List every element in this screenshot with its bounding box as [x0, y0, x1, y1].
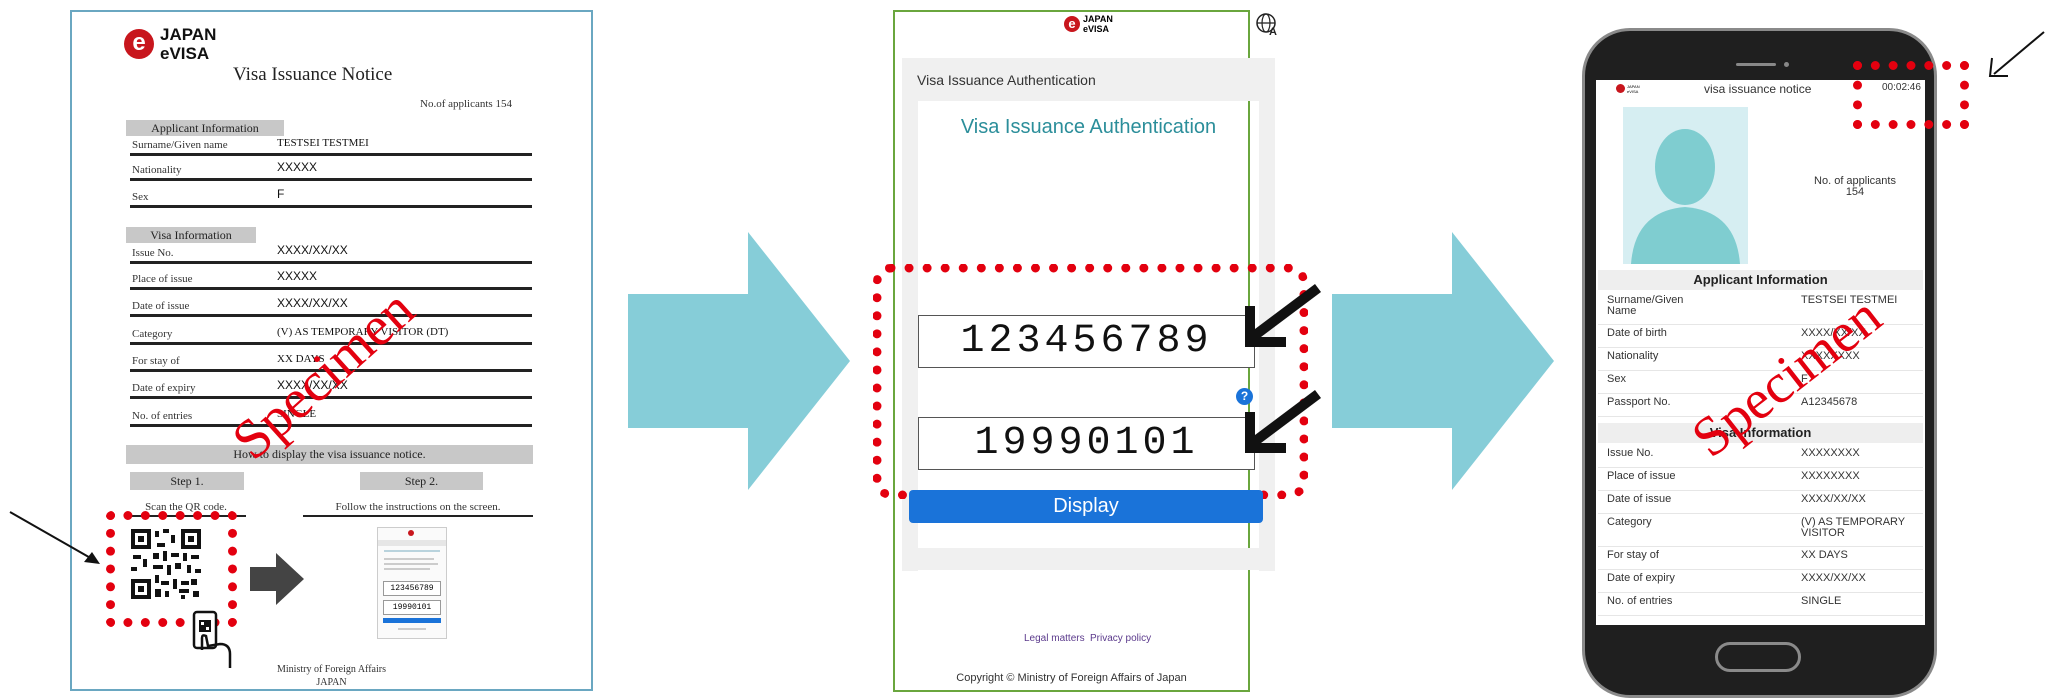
globe-language-icon[interactable]: A: [1255, 12, 1279, 36]
pointer-arrow-qr: [9, 511, 100, 564]
mini-date-field: 19990101: [383, 600, 441, 615]
pointer-arrow-number: [1245, 284, 1321, 347]
notice-row: Place of issue XXXXXXXX: [1598, 467, 1923, 491]
mini-number-field: 123456789: [383, 581, 441, 596]
paper-row-value: F: [277, 187, 285, 201]
evisa-logo-line2: eVISA: [160, 44, 210, 63]
paper-row-value: TESTSEI TESTMEI: [277, 137, 369, 149]
evisa-logo-mark: e: [124, 29, 154, 59]
notice-row: Date of expiry XXXX/XX/XX: [1598, 569, 1923, 593]
notice-row-value: (V) AS TEMPORARY VISITOR: [1801, 516, 1905, 539]
auth-bar-title: Visa Issuance Authentication: [917, 72, 1096, 88]
paper-row-label: Sex: [132, 191, 149, 203]
auth-gray-bottom: [902, 548, 1275, 570]
phone-home-button[interactable]: [1715, 642, 1801, 672]
paper-row-value: XXXXX: [277, 160, 318, 174]
notice-row-value: XX DAYS: [1801, 549, 1848, 561]
notice-row: For stay of XX DAYS: [1598, 546, 1923, 570]
notice-row-label: Date of expiry: [1607, 572, 1675, 584]
notice-logo-mark: [1616, 84, 1625, 93]
notice-row-value: SINGLE: [1801, 595, 1842, 607]
notice-row-value: XXXX/XX/XX: [1801, 572, 1866, 584]
notice-row-label: Nationality: [1607, 350, 1659, 362]
paper-row-value: XXXX/XX/XX: [277, 243, 348, 257]
paper-info-row: Place of issue XXXXX: [130, 260, 532, 290]
pointer-arrow-timer: [1988, 31, 2045, 77]
notice-row-value: XXXXXXXX: [1801, 470, 1860, 482]
paper-row-label: Place of issue: [132, 273, 193, 285]
notice-row-value: A12345678: [1801, 396, 1858, 408]
notice-row-label: Place of issue: [1607, 470, 1676, 482]
paper-footer-ministry: Ministry of Foreign Affairs: [277, 664, 386, 675]
paper-row-label: Date of issue: [132, 300, 190, 312]
paper-applicant-count: No.of applicants 154: [420, 98, 512, 110]
auth-logo-line1: JAPAN: [1083, 14, 1113, 24]
hand-phone-scan-icon: [192, 610, 232, 668]
notice-row-value: XXXX/XX/XX: [1801, 493, 1866, 505]
notice-row-label: Category: [1607, 516, 1652, 528]
paper-info-row: Sex F: [130, 178, 532, 208]
notice-row-label: Date of birth: [1607, 327, 1667, 339]
paper-row-label: No. of entries: [132, 410, 193, 422]
notice-title: visa issuance notice: [1704, 82, 1812, 96]
pointer-arrow-date: [1245, 390, 1321, 453]
evisa-logo-line1: JAPAN: [160, 25, 217, 44]
paper-how-to-heading: How to display the visa issuance notice.: [126, 445, 533, 464]
auth-heading: Visa Issuance Authentication: [960, 116, 1217, 138]
notice-row-label: For stay of: [1607, 549, 1659, 561]
flow-arrow-2: [1332, 232, 1554, 490]
auth-copyright: Copyright © Ministry of Foreign Affairs …: [956, 672, 1187, 684]
paper-step2-heading: Step 2.: [360, 472, 483, 490]
paper-row-value: XXXXX: [277, 269, 318, 283]
notice-applicant-heading: Applicant Information: [1598, 270, 1923, 290]
notice-row-label: No. of entries: [1607, 595, 1673, 607]
paper-info-row: Nationality XXXXX: [130, 151, 532, 181]
paper-footer-country: JAPAN: [316, 677, 347, 688]
notice-row-label: Date of issue: [1607, 493, 1672, 505]
auth-logo-mark: e: [1064, 16, 1080, 32]
paper-title: Visa Issuance Notice: [233, 64, 393, 85]
paper-row-value: XXXX/XX/XX: [277, 296, 348, 310]
applicant-photo: [1623, 107, 1748, 264]
flow-arrow-1: [628, 232, 850, 490]
timer-highlight-box: [1853, 61, 1969, 129]
paper-info-row: Date of issue XXXX/XX/XX: [130, 287, 532, 317]
notice-row: Date of issue XXXX/XX/XX: [1598, 490, 1923, 514]
gray-step-arrow-icon: [250, 553, 304, 605]
paper-row-label: Nationality: [132, 164, 182, 176]
svg-text:A: A: [1269, 26, 1277, 36]
display-button[interactable]: Display: [909, 490, 1263, 523]
paper-row-label: Issue No.: [132, 247, 174, 259]
notice-row-value: XXXXXXXX: [1801, 447, 1860, 459]
notice-logo-text: JAPAN eVISA: [1627, 84, 1640, 94]
paper-row-label: Date of expiry: [132, 382, 196, 394]
auth-logo-line2: eVISA: [1083, 24, 1110, 34]
paper-row-label: For stay of: [132, 355, 180, 367]
notice-row-label: Surname/Given Name: [1607, 294, 1684, 317]
paper-step1-heading: Step 1.: [130, 472, 244, 490]
notice-row: Issue No. XXXXXXXX: [1598, 444, 1923, 468]
phone-speaker: [1736, 63, 1776, 66]
notice-row-label: Sex: [1607, 373, 1626, 385]
paper-row-label: Category: [132, 328, 173, 340]
notice-row: No. of entries SINGLE: [1598, 592, 1923, 616]
notice-applicants-count: 154: [1845, 186, 1865, 198]
mini-auth-screenshot: 123456789 19990101: [377, 527, 447, 639]
phone-camera: [1784, 62, 1789, 67]
notice-row: Category (V) AS TEMPORARY VISITOR: [1598, 513, 1923, 547]
legal-matters-link[interactable]: Legal matters: [1024, 633, 1085, 644]
notice-row-label: Issue No.: [1607, 447, 1654, 459]
paper-row-label: Surname/Given name: [132, 139, 228, 151]
notice-row-label: Passport No.: [1607, 396, 1671, 408]
paper-step2-text: Follow the instructions on the screen.: [303, 501, 533, 517]
privacy-policy-link[interactable]: Privacy policy: [1090, 633, 1151, 644]
